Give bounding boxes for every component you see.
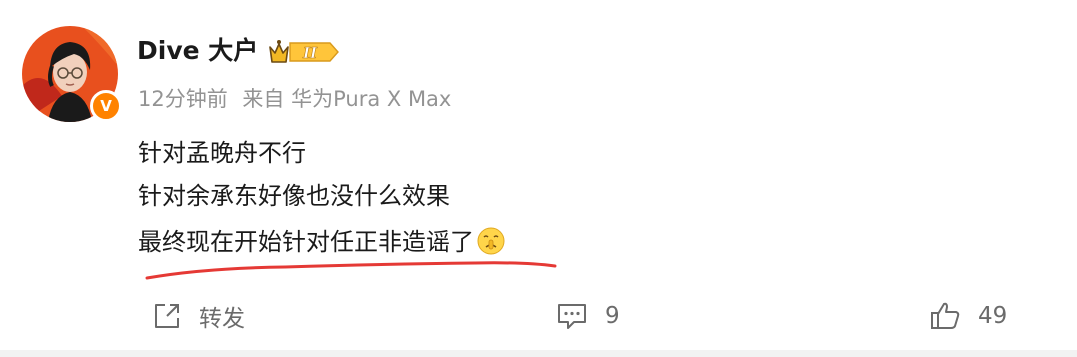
crown-level-badge-icon[interactable]: II [268,38,340,66]
like-count: 49 [978,303,1008,329]
post-meta: 12分钟前 来自 华为Pura X Max [138,85,459,113]
share-icon [155,304,179,328]
comment-button[interactable]: 9 [556,296,620,336]
repost-label: 转发 [199,306,245,332]
weibo-post-card: V Dive 大户 II 12分钟前 来自 华为Pura X Max 针对孟晚舟… [0,0,1077,357]
content-line-2: 针对余承东好像也没什么效果 [138,182,450,210]
author-name[interactable]: Dive 大户 [137,34,258,68]
repost-button[interactable]: 转发 [152,296,245,336]
thumbs-up-icon [931,302,960,329]
red-underline-annotation [145,261,557,280]
level-badge-text: II [302,44,318,62]
verified-v-badge: V [90,90,122,122]
content-line-3: 最终现在开始针对任正非造谣了 [138,226,506,258]
card-divider [0,350,1077,357]
content-line-3-text: 最终现在开始针对任正非造谣了 [138,228,474,256]
post-source: 来自 华为Pura X Max [242,87,452,111]
shushing-face-icon [477,227,505,255]
post-time: 12分钟前 [138,87,228,111]
comment-count: 9 [605,303,620,329]
content-line-1: 针对孟晚舟不行 [138,139,306,167]
comment-icon [558,304,586,329]
like-button[interactable]: 49 [929,296,1007,336]
avatar[interactable]: V [22,26,122,122]
